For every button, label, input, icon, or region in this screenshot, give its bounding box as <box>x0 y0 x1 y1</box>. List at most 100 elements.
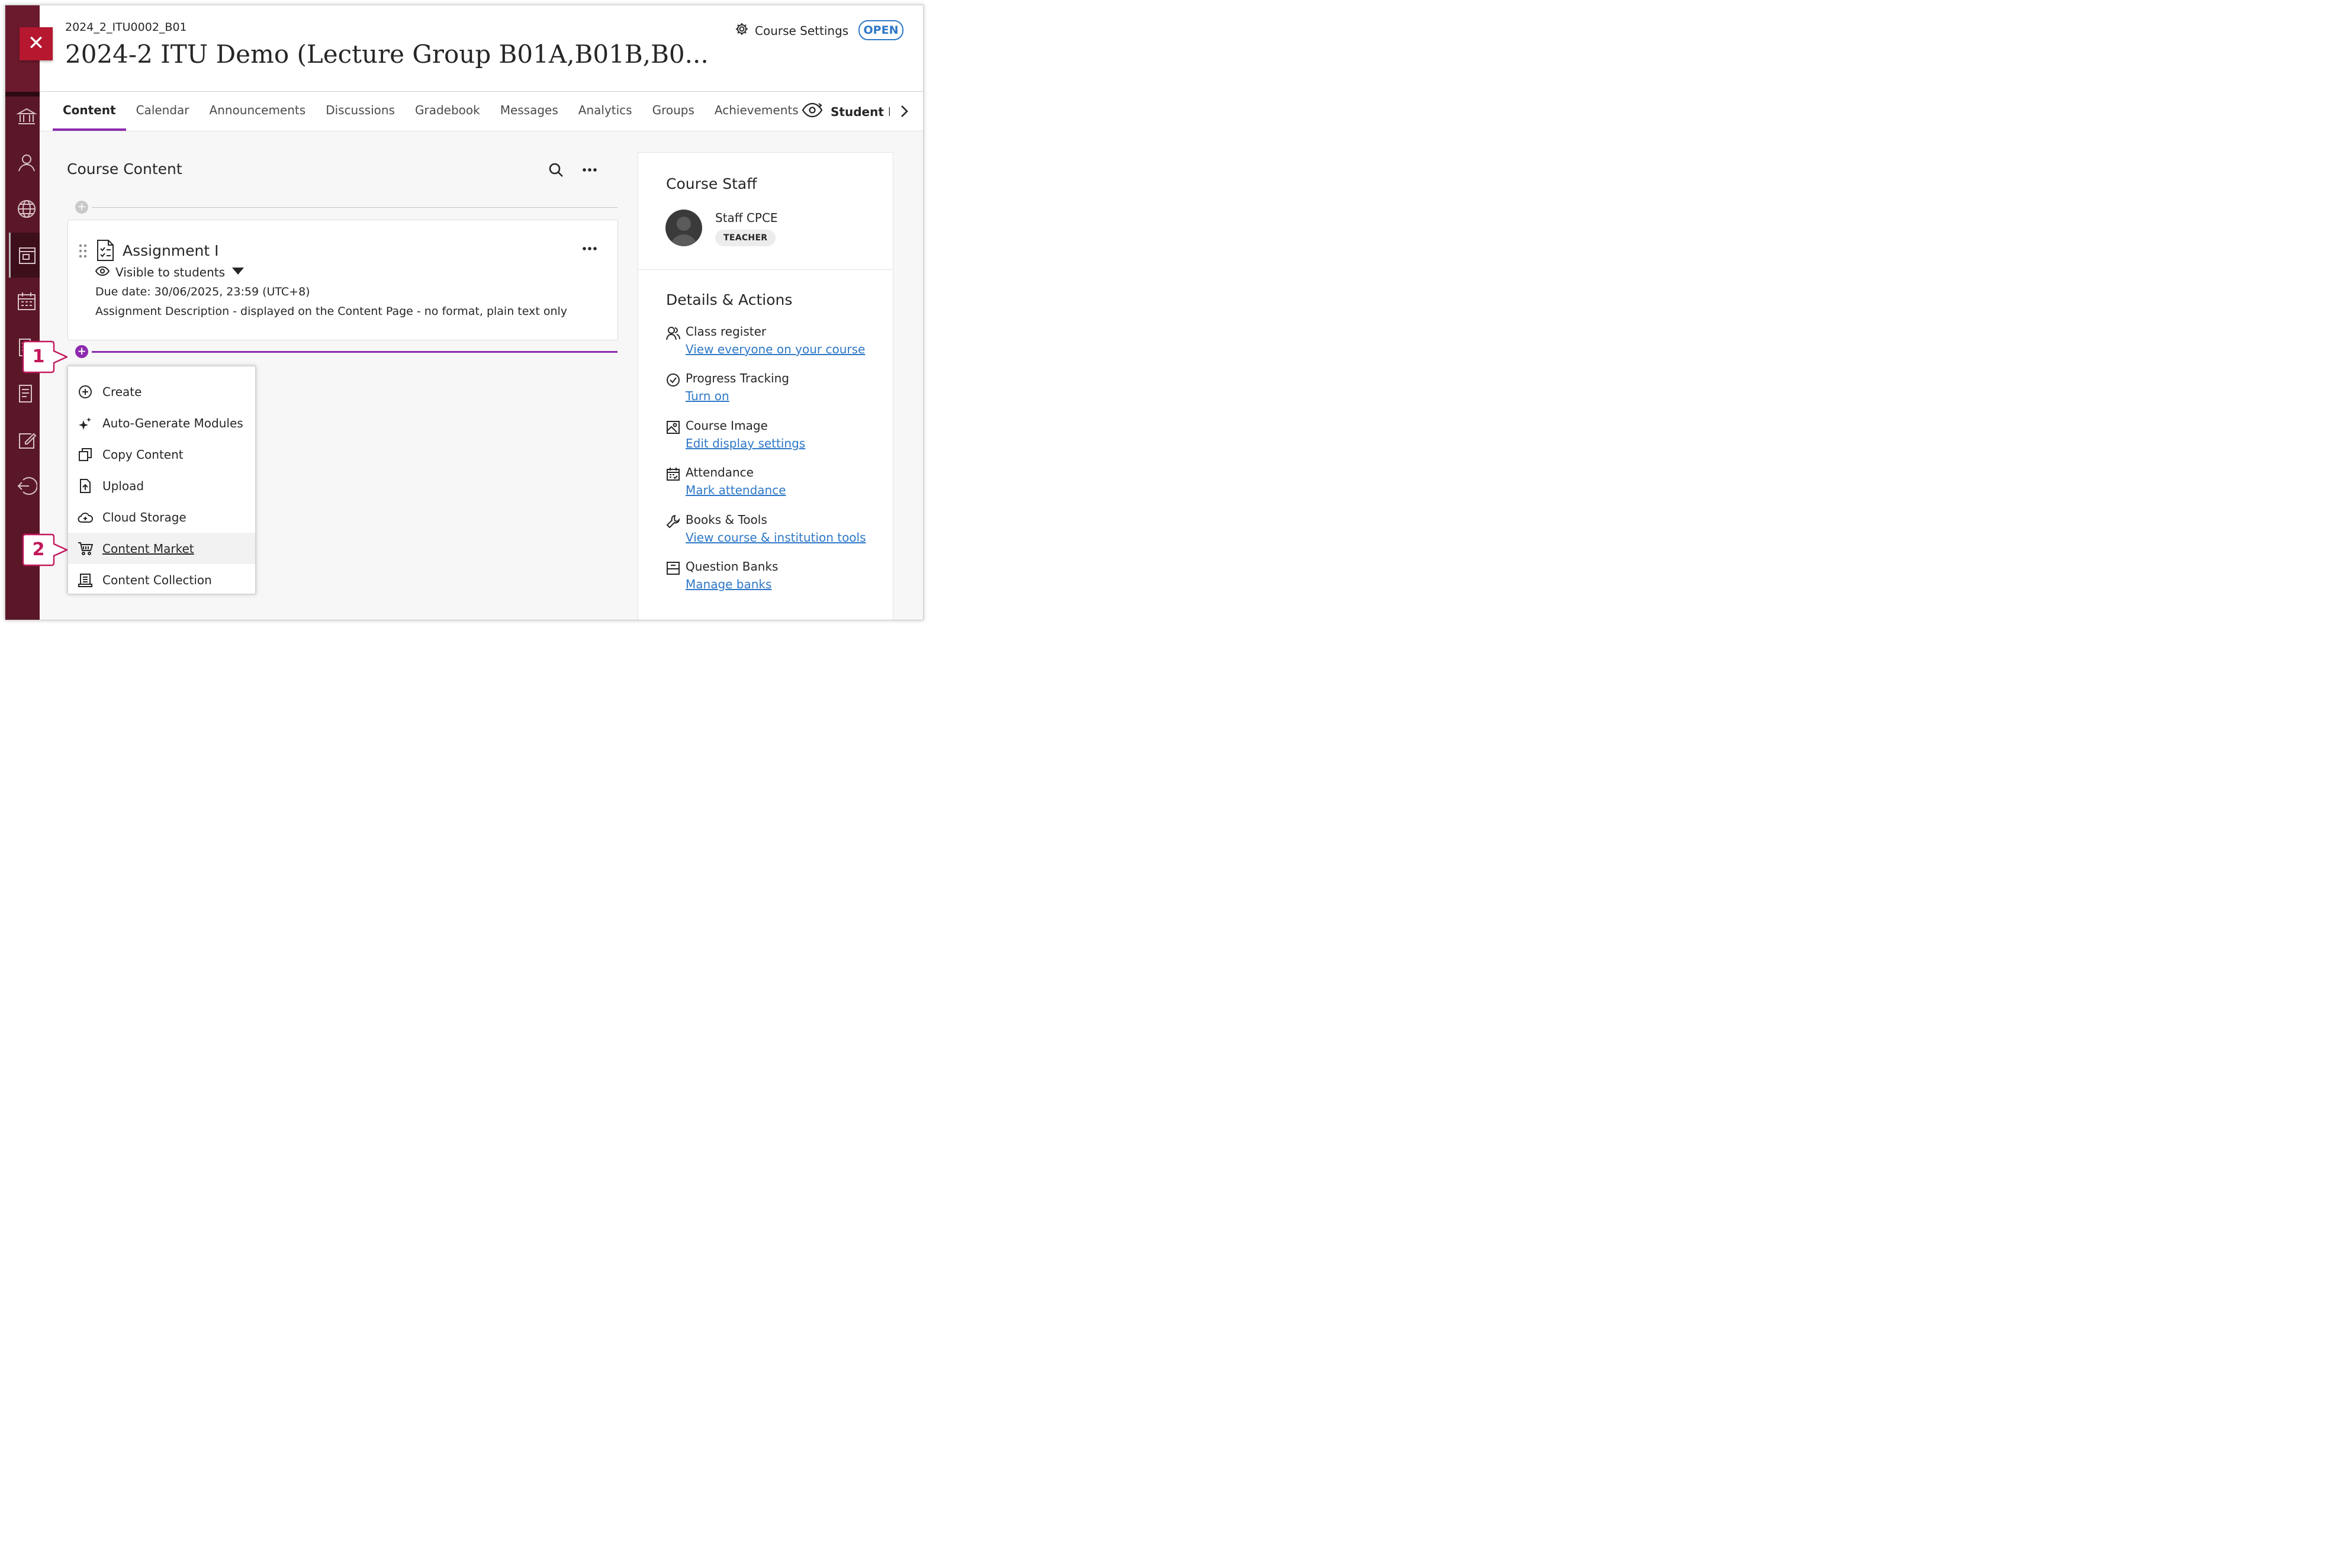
student-preview-label: Student Pı <box>831 104 890 119</box>
details-actions-title: Details & Actions <box>666 291 793 308</box>
search-icon[interactable] <box>548 162 564 178</box>
add-icon[interactable]: + <box>75 201 88 214</box>
more-options-icon[interactable] <box>581 163 599 177</box>
detail-link[interactable]: Edit display settings <box>686 436 805 450</box>
visibility-label: Visible to students <box>115 265 225 279</box>
panel-divider <box>638 269 893 270</box>
caret-down-icon <box>231 265 245 279</box>
tab-content[interactable]: Content <box>53 92 126 131</box>
drag-handle-icon[interactable] <box>79 244 87 258</box>
eye-icon <box>95 265 110 279</box>
course-details-panel: Course Staff Staff CPCE TEACHER Details … <box>638 152 893 620</box>
status-badge[interactable]: OPEN <box>858 20 903 40</box>
course-tabs: Content Calendar Announcements Discussio… <box>53 92 809 131</box>
plus-circle-icon <box>78 384 93 400</box>
menu-item-label: Cloud Storage <box>102 510 186 524</box>
menu-item-label: Content Collection <box>102 572 212 587</box>
detail-link[interactable]: Manage banks <box>686 577 771 591</box>
student-preview-button[interactable]: Student Pı <box>801 101 890 122</box>
cart-icon <box>78 541 94 556</box>
callout-1-number: 1 <box>32 346 45 367</box>
upload-icon <box>78 478 93 494</box>
detail-question-banks: Question Banks Manage banks <box>665 559 890 595</box>
rail-separator <box>5 92 40 96</box>
attendance-icon <box>665 466 681 482</box>
grades-list-icon[interactable] <box>16 383 37 404</box>
detail-label: Books & Tools <box>686 513 767 527</box>
left-nav-rail <box>5 5 41 620</box>
app-window: ✕ 2024_2_ITU0002_B01 2024-2 ITU Demo (Le… <box>5 5 924 620</box>
courses-icon[interactable] <box>16 244 37 266</box>
staff-name[interactable]: Staff CPCE <box>715 211 778 225</box>
course-id: 2024_2_ITU0002_B01 <box>65 21 187 34</box>
menu-item-label: Auto-Generate Modules <box>102 416 243 430</box>
detail-link[interactable]: Turn on <box>686 389 729 403</box>
callout-1: 1 <box>22 340 68 374</box>
detail-attendance: Attendance Mark attendance <box>665 465 890 501</box>
detail-label: Course Image <box>686 418 768 433</box>
detail-label: Class register <box>686 324 767 339</box>
detail-link[interactable]: Mark attendance <box>686 483 786 497</box>
bank-icon <box>665 561 681 576</box>
detail-class-register: Class register View everyone on your cou… <box>665 324 890 360</box>
detail-link[interactable]: View course & institution tools <box>686 530 866 545</box>
course-staff-title: Course Staff <box>666 175 757 192</box>
tab-achievements[interactable]: Achievements <box>705 92 809 131</box>
content-item-card[interactable]: Assignment I Visible to students Due dat… <box>67 220 618 340</box>
menu-item-label: Upload <box>102 478 144 493</box>
callout-2-number: 2 <box>32 539 45 560</box>
menu-item-content-collection[interactable]: Content Collection <box>68 564 255 595</box>
calendar-icon[interactable] <box>16 291 37 312</box>
cloud-icon <box>78 510 93 525</box>
content-item-title[interactable]: Assignment I <box>123 242 219 259</box>
collection-icon <box>78 572 93 588</box>
menu-item-label: Copy Content <box>102 447 184 462</box>
edit-icon[interactable] <box>16 429 37 450</box>
callout-2: 2 <box>22 533 68 566</box>
copy-icon <box>78 447 93 462</box>
detail-progress-tracking: Progress Tracking Turn on <box>665 371 890 407</box>
chevron-right-icon[interactable] <box>898 102 910 120</box>
profile-icon[interactable] <box>16 152 37 173</box>
institution-icon[interactable] <box>16 106 37 127</box>
people-icon <box>665 326 681 341</box>
menu-item-auto-generate[interactable]: Auto-Generate Modules <box>68 407 255 439</box>
detail-label: Progress Tracking <box>686 371 789 385</box>
item-more-options-icon[interactable] <box>581 242 599 256</box>
menu-item-copy-content[interactable]: Copy Content <box>68 439 255 470</box>
image-icon <box>665 420 681 435</box>
menu-item-upload[interactable]: Upload <box>68 470 255 501</box>
tab-discussions[interactable]: Discussions <box>316 92 405 131</box>
wrench-icon <box>665 514 681 529</box>
add-content-divider-active[interactable]: + <box>75 345 617 359</box>
menu-item-cloud-storage[interactable]: Cloud Storage <box>68 501 255 533</box>
sparkle-icon <box>78 416 93 431</box>
eye-refresh-icon <box>801 101 824 122</box>
close-button[interactable]: ✕ <box>20 27 53 60</box>
tab-calendar[interactable]: Calendar <box>126 92 200 131</box>
tab-groups[interactable]: Groups <box>642 92 705 131</box>
avatar[interactable] <box>665 210 702 246</box>
due-date: Due date: 30/06/2025, 23:59 (UTC+8) <box>95 285 310 298</box>
assignment-icon <box>97 239 114 262</box>
tab-announcements[interactable]: Announcements <box>200 92 316 131</box>
course-settings-button[interactable]: Course Settings <box>735 22 848 39</box>
visibility-dropdown[interactable]: Visible to students <box>95 265 245 279</box>
tab-gradebook[interactable]: Gradebook <box>405 92 490 131</box>
section-title: Course Content <box>67 160 182 178</box>
menu-item-content-market[interactable]: Content Market <box>68 533 255 564</box>
detail-label: Question Banks <box>686 559 779 574</box>
add-icon-active[interactable]: + <box>75 345 88 358</box>
tab-analytics[interactable]: Analytics <box>568 92 642 131</box>
globe-icon[interactable] <box>16 198 37 220</box>
divider-line-active <box>92 351 617 353</box>
add-content-menu: Create Auto-Generate Modules Copy Conten… <box>67 366 256 594</box>
menu-item-create[interactable]: Create <box>68 376 255 407</box>
tab-messages[interactable]: Messages <box>490 92 568 131</box>
gear-icon <box>735 22 749 39</box>
divider-line <box>92 207 617 208</box>
course-settings-label: Course Settings <box>755 23 849 38</box>
add-content-divider-top[interactable]: + <box>75 201 617 215</box>
sign-out-icon[interactable] <box>16 475 38 497</box>
detail-link[interactable]: View everyone on your course <box>686 342 865 356</box>
